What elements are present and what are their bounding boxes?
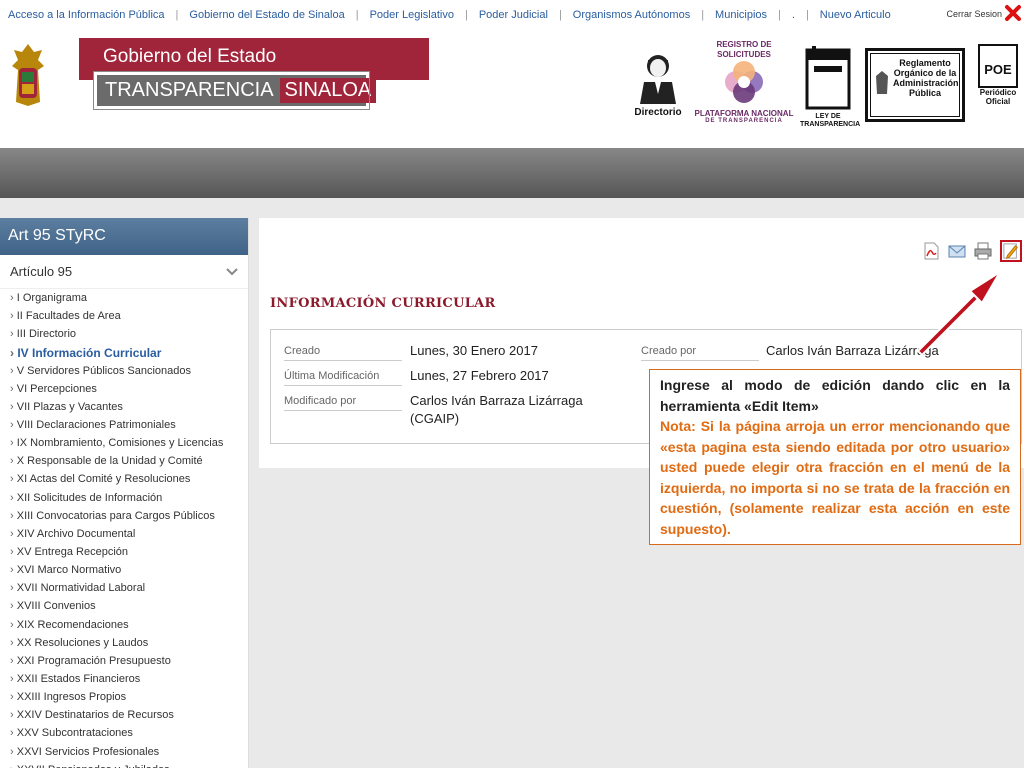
- sidebar-item[interactable]: III Directorio: [0, 328, 248, 346]
- nav-separator: |: [701, 9, 705, 21]
- nav-link[interactable]: Acceso a la Información Pública: [8, 9, 165, 21]
- page-title: INFORMACIÓN CURRICULAR: [270, 296, 496, 311]
- sidebar-item[interactable]: XV Entrega Recepción: [0, 546, 248, 564]
- nav-link[interactable]: Organismos Autónomos: [573, 9, 690, 21]
- ley-label: LEY DE TRANSPARENCIA: [800, 113, 861, 128]
- registro-solicitudes-link[interactable]: REGISTRO DE SOLICITUDES PLATAFORMA NACIO…: [694, 40, 794, 124]
- sidebar-item[interactable]: VII Plazas y Vacantes: [0, 401, 248, 419]
- sidebar-item[interactable]: XIV Archivo Documental: [0, 528, 248, 546]
- sidebar: Art 95 STyRC Artículo 95 I OrganigramaII…: [0, 218, 249, 768]
- nav-link[interactable]: Nuevo Articulo: [820, 9, 891, 21]
- brand-subtitle[interactable]: TRANSPARENCIA SINALOA: [93, 71, 377, 110]
- sidebar-item[interactable]: XXIV Destinatarios de Recursos: [0, 709, 248, 727]
- registro-title: REGISTRO DE SOLICITUDES: [716, 40, 772, 59]
- nav-link[interactable]: Poder Judicial: [479, 9, 548, 21]
- nav-link[interactable]: .: [792, 9, 795, 21]
- sidebar-item[interactable]: VI Percepciones: [0, 383, 248, 401]
- sidebar-group-articulo-95[interactable]: Artículo 95: [0, 255, 248, 289]
- sidebar-item[interactable]: IV Información Curricular: [0, 346, 248, 364]
- chevron-down-icon: [226, 267, 238, 275]
- sidebar-item[interactable]: XVIII Convenios: [0, 600, 248, 618]
- sidebar-item[interactable]: XXV Subcontrataciones: [0, 727, 248, 745]
- created-value: Lunes, 30 Enero 2017: [410, 343, 538, 358]
- poe-box: POE: [978, 44, 1018, 88]
- sidebar-item[interactable]: XXII Estados Financieros: [0, 673, 248, 691]
- nav-separator: |: [355, 9, 359, 21]
- sidebar-item[interactable]: XVI Marco Normativo: [0, 564, 248, 582]
- email-icon[interactable]: [948, 242, 966, 260]
- pointer-arrow-icon: [917, 271, 1001, 356]
- created-label: Creado: [284, 345, 402, 361]
- ley-transparencia-link[interactable]: LEY DE TRANSPARENCIA: [800, 44, 861, 129]
- site-header: Gobierno del Estado TRANSPARENCIA SINALO…: [0, 30, 1024, 148]
- pdf-icon[interactable]: [922, 242, 940, 260]
- sidebar-item[interactable]: XII Solicitudes de Información: [0, 492, 248, 510]
- sidebar-item[interactable]: II Facultades de Area: [0, 310, 248, 328]
- modified-by-label: Modificado por: [284, 395, 402, 411]
- print-icon[interactable]: [974, 242, 992, 260]
- sidebar-item[interactable]: X Responsable de la Unidad y Comité: [0, 455, 248, 473]
- sidebar-item[interactable]: XI Actas del Comité y Resoluciones: [0, 473, 248, 491]
- sidebar-item[interactable]: V Servidores Públicos Sancionados: [0, 365, 248, 383]
- poe-caption: Periódico Oficial: [979, 88, 1017, 106]
- callout-instruction: Ingrese al modo de edición dando clic en…: [660, 377, 1010, 414]
- sidebar-item[interactable]: XX Resoluciones y Laudos: [0, 637, 248, 655]
- brand-transparencia: TRANSPARENCIA: [105, 79, 274, 101]
- state-crest-icon: [12, 44, 44, 106]
- instruction-callout: Ingrese al modo de edición dando clic en…: [649, 369, 1021, 545]
- edit-item-icon[interactable]: [1000, 240, 1022, 262]
- nav-separator: |: [805, 9, 809, 21]
- directorio-link[interactable]: Directorio: [628, 52, 688, 118]
- directorio-label: Directorio: [634, 107, 682, 118]
- toolbar: [922, 240, 1022, 262]
- registro-platform: PLATAFORMA NACIONAL: [694, 109, 794, 118]
- book-icon: [805, 46, 851, 110]
- top-navigation: Acceso a la Información Pública | Gobierno…: [0, 0, 1024, 30]
- sidebar-item[interactable]: IX Nombramiento, Comisiones y Licencias: [0, 437, 248, 455]
- sidebar-group-label: Artículo 95: [10, 264, 73, 279]
- registro-sub: DE TRANSPARENCIA: [705, 118, 783, 124]
- nav-separator: |: [778, 9, 781, 21]
- logout-link[interactable]: Cerrar Sesion: [946, 9, 1002, 19]
- poe-link[interactable]: POE Periódico Oficial: [976, 44, 1020, 106]
- modified-label: Última Modificación: [284, 370, 402, 386]
- gray-band: [0, 148, 1024, 198]
- sidebar-item[interactable]: VIII Declaraciones Patrimoniales: [0, 419, 248, 437]
- modified-value: Lunes, 27 Febrero 2017: [410, 368, 549, 383]
- nav-link[interactable]: Gobierno del Estado de Sinaloa: [189, 9, 344, 21]
- callout-note: Nota: Si la página arroja un error menci…: [660, 418, 1010, 537]
- nav-link[interactable]: Municipios: [715, 9, 767, 21]
- sidebar-title: Art 95 STyRC: [0, 218, 248, 255]
- sidebar-menu: I OrganigramaII Facultades de AreaIII Di…: [0, 289, 248, 768]
- sidebar-item[interactable]: XIX Recomendaciones: [0, 619, 248, 637]
- reglamento-link[interactable]: Reglamento Orgánico de la Administración…: [865, 48, 965, 122]
- sidebar-item[interactable]: I Organigrama: [0, 292, 248, 310]
- created-by-label: Creado por: [641, 345, 759, 361]
- brand-sinaloa: SINALOA: [279, 78, 377, 103]
- sidebar-item[interactable]: XXIII Ingresos Propios: [0, 691, 248, 709]
- nav-separator: |: [558, 9, 562, 21]
- reglamento-label: Reglamento Orgánico de la Administración…: [893, 58, 959, 98]
- flower-logo-icon: [725, 61, 763, 103]
- nav-separator: |: [175, 9, 179, 21]
- crest-small-icon: [876, 71, 888, 94]
- nav-separator: |: [464, 9, 468, 21]
- sidebar-item[interactable]: XIII Convocatorias para Cargos Públicos: [0, 510, 248, 528]
- sidebar-item[interactable]: XXI Programación Presupuesto: [0, 655, 248, 673]
- sidebar-item[interactable]: XXVI Servicios Profesionales: [0, 746, 248, 764]
- sidebar-item[interactable]: XVII Normatividad Laboral: [0, 582, 248, 600]
- sidebar-item[interactable]: XXVII Pensionados y Jubilados: [0, 764, 248, 768]
- modified-by-value: Carlos Iván Barraza Lizárraga (CGAIP): [410, 393, 583, 426]
- close-icon[interactable]: [1004, 4, 1022, 22]
- person-icon: [640, 55, 676, 104]
- nav-link[interactable]: Poder Legislativo: [370, 9, 454, 21]
